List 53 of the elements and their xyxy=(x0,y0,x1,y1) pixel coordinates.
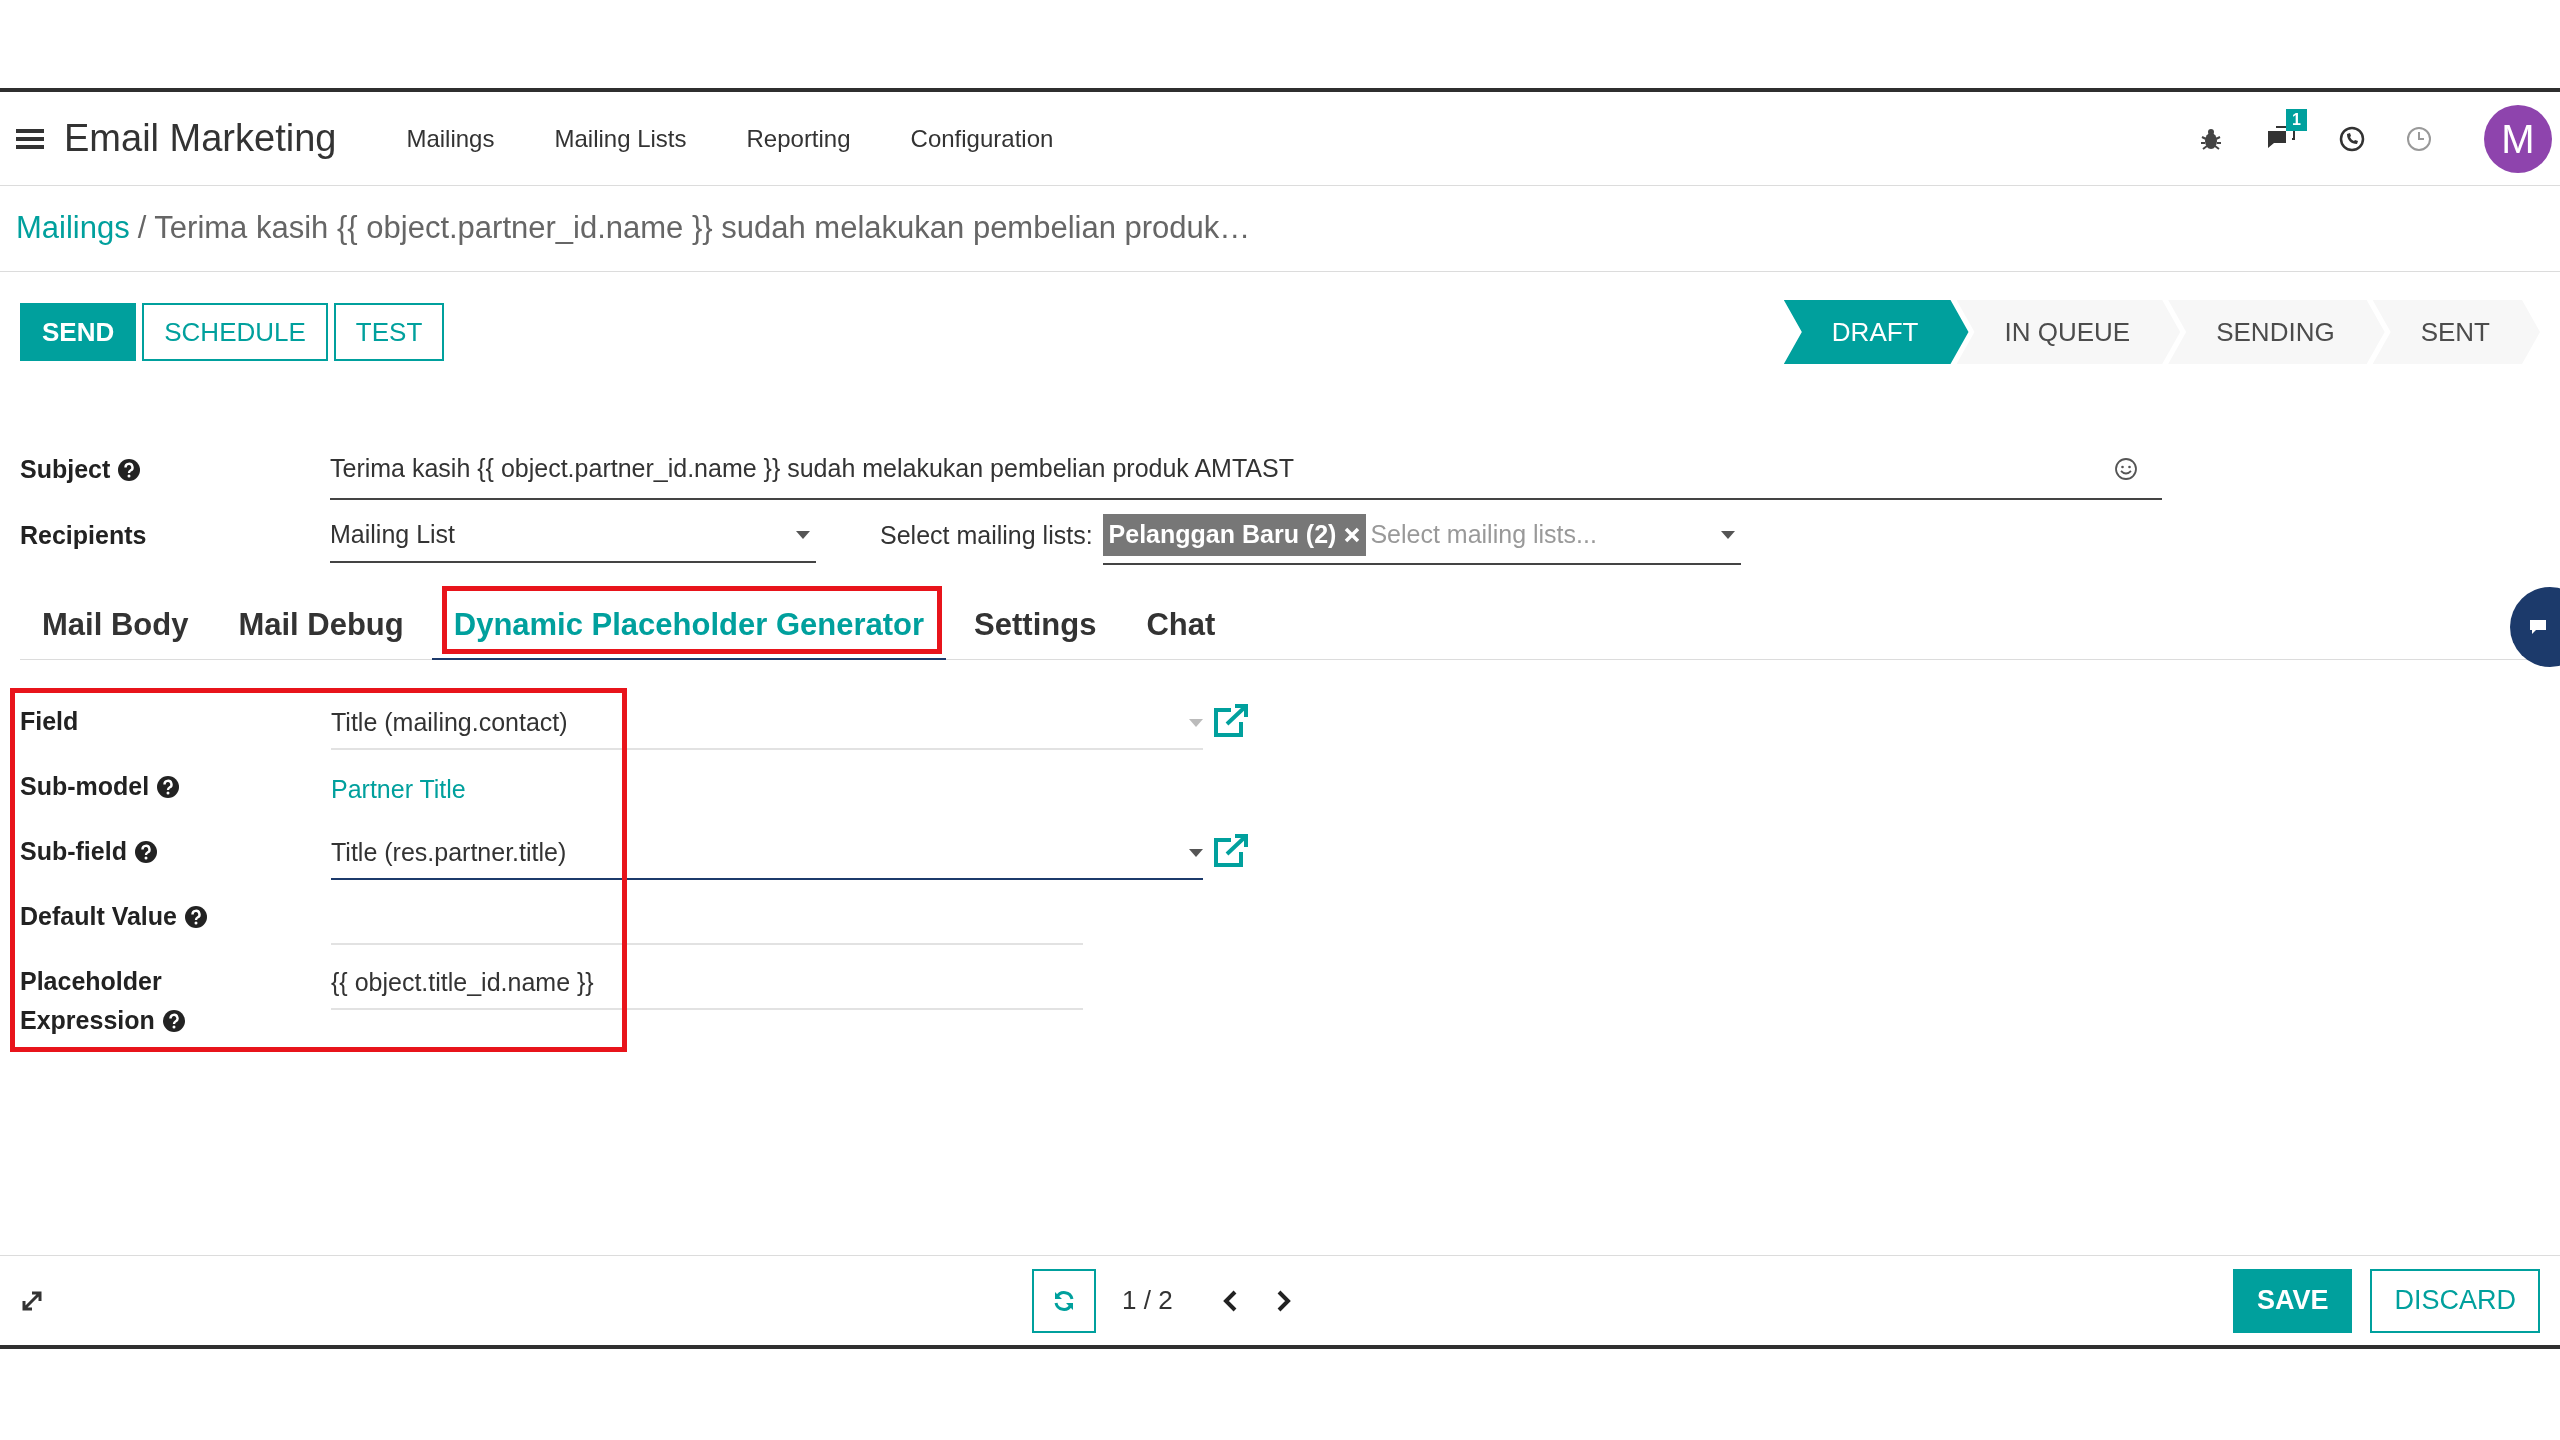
mailing-lists-field[interactable]: Pelanggan Baru (2) Select mailing lists... xyxy=(1102,507,1741,565)
close-icon[interactable] xyxy=(1344,527,1361,543)
field-label: Select mailing lists: xyxy=(880,520,1093,552)
tab[interactable]: Mail Body xyxy=(20,591,211,659)
refresh-button[interactable] xyxy=(1032,1268,1096,1333)
menu-icon[interactable] xyxy=(16,126,44,151)
field-label: Recipients xyxy=(20,520,148,552)
chat-icon xyxy=(2528,618,2548,636)
field-label: Sub-model xyxy=(20,767,260,806)
bug-icon[interactable] xyxy=(2200,126,2222,151)
tag-label: Pelanggan Baru (2) xyxy=(1108,519,1337,551)
field-value: Terima kasih {{ object.partner_id.name }} sudah melakukan pembelian produk AMTAST xyxy=(330,453,1294,485)
dropdown-caret-icon xyxy=(796,531,810,539)
dropdown-caret-icon xyxy=(1189,719,1203,727)
field-value: Title (mailing.contact) xyxy=(331,707,568,739)
external-link-icon[interactable] xyxy=(1211,834,1251,870)
menu-item[interactable]: Configuration xyxy=(910,120,1054,157)
dropdown-caret-icon xyxy=(1189,849,1203,857)
status-stage[interactable]: IN QUEUE xyxy=(1956,300,2181,364)
field-label: Placeholder Expression xyxy=(20,962,260,1040)
phone-icon[interactable] xyxy=(2338,124,2366,153)
status-stage[interactable]: SENT xyxy=(2372,300,2540,364)
clock-icon[interactable] xyxy=(2406,125,2432,152)
message-count-badge: 1 xyxy=(2286,108,2307,131)
status-stage[interactable]: SENDING xyxy=(2168,300,2385,364)
select-field[interactable]: Title (res.partner.title) xyxy=(331,828,1203,880)
breadcrumb-current: Terima kasih {{ object.partner_id.name }} sudah melakukan pembelian produk… xyxy=(154,209,1251,248)
subject-field[interactable]: Terima kasih {{ object.partner_id.name }} sudah melakukan pembelian produk AMTAST xyxy=(330,440,2162,500)
recipients-select[interactable]: Mailing List xyxy=(330,509,816,563)
app-title: Email Marketing xyxy=(64,116,337,161)
field-label: Default Value xyxy=(20,897,260,936)
refresh-icon xyxy=(1052,1288,1076,1313)
field-label: Sub-field xyxy=(20,832,260,871)
tab[interactable]: Mail Debug xyxy=(216,591,426,659)
field-label: Field xyxy=(20,706,80,737)
tab[interactable]: Chat xyxy=(1124,591,1238,659)
tab[interactable]: Settings xyxy=(952,591,1119,659)
menu-item[interactable]: Reporting xyxy=(746,120,851,157)
breadcrumb-separator: / xyxy=(137,209,147,248)
menu-item[interactable]: Mailings xyxy=(406,120,495,157)
pager-value: 1 / 2 xyxy=(1122,1284,1173,1317)
field-value: Title (res.partner.title) xyxy=(331,837,567,869)
field-label: Subject xyxy=(20,454,111,486)
field-value: {{ object.title_id.name }} xyxy=(331,967,594,999)
menu-item[interactable]: Mailing Lists xyxy=(554,120,687,157)
field-value: Mailing List xyxy=(330,519,456,551)
text-field[interactable]: {{ object.title_id.name }} xyxy=(331,958,1083,1010)
mailing-list-input[interactable]: Select mailing lists... xyxy=(1370,516,1721,554)
select-field[interactable]: Title (mailing.contact) xyxy=(331,698,1203,750)
external-link-icon[interactable] xyxy=(1211,704,1251,740)
user-avatar[interactable]: M xyxy=(2484,104,2552,173)
dropdown-caret-icon xyxy=(1720,531,1735,539)
emoji-icon[interactable] xyxy=(2114,457,2138,481)
